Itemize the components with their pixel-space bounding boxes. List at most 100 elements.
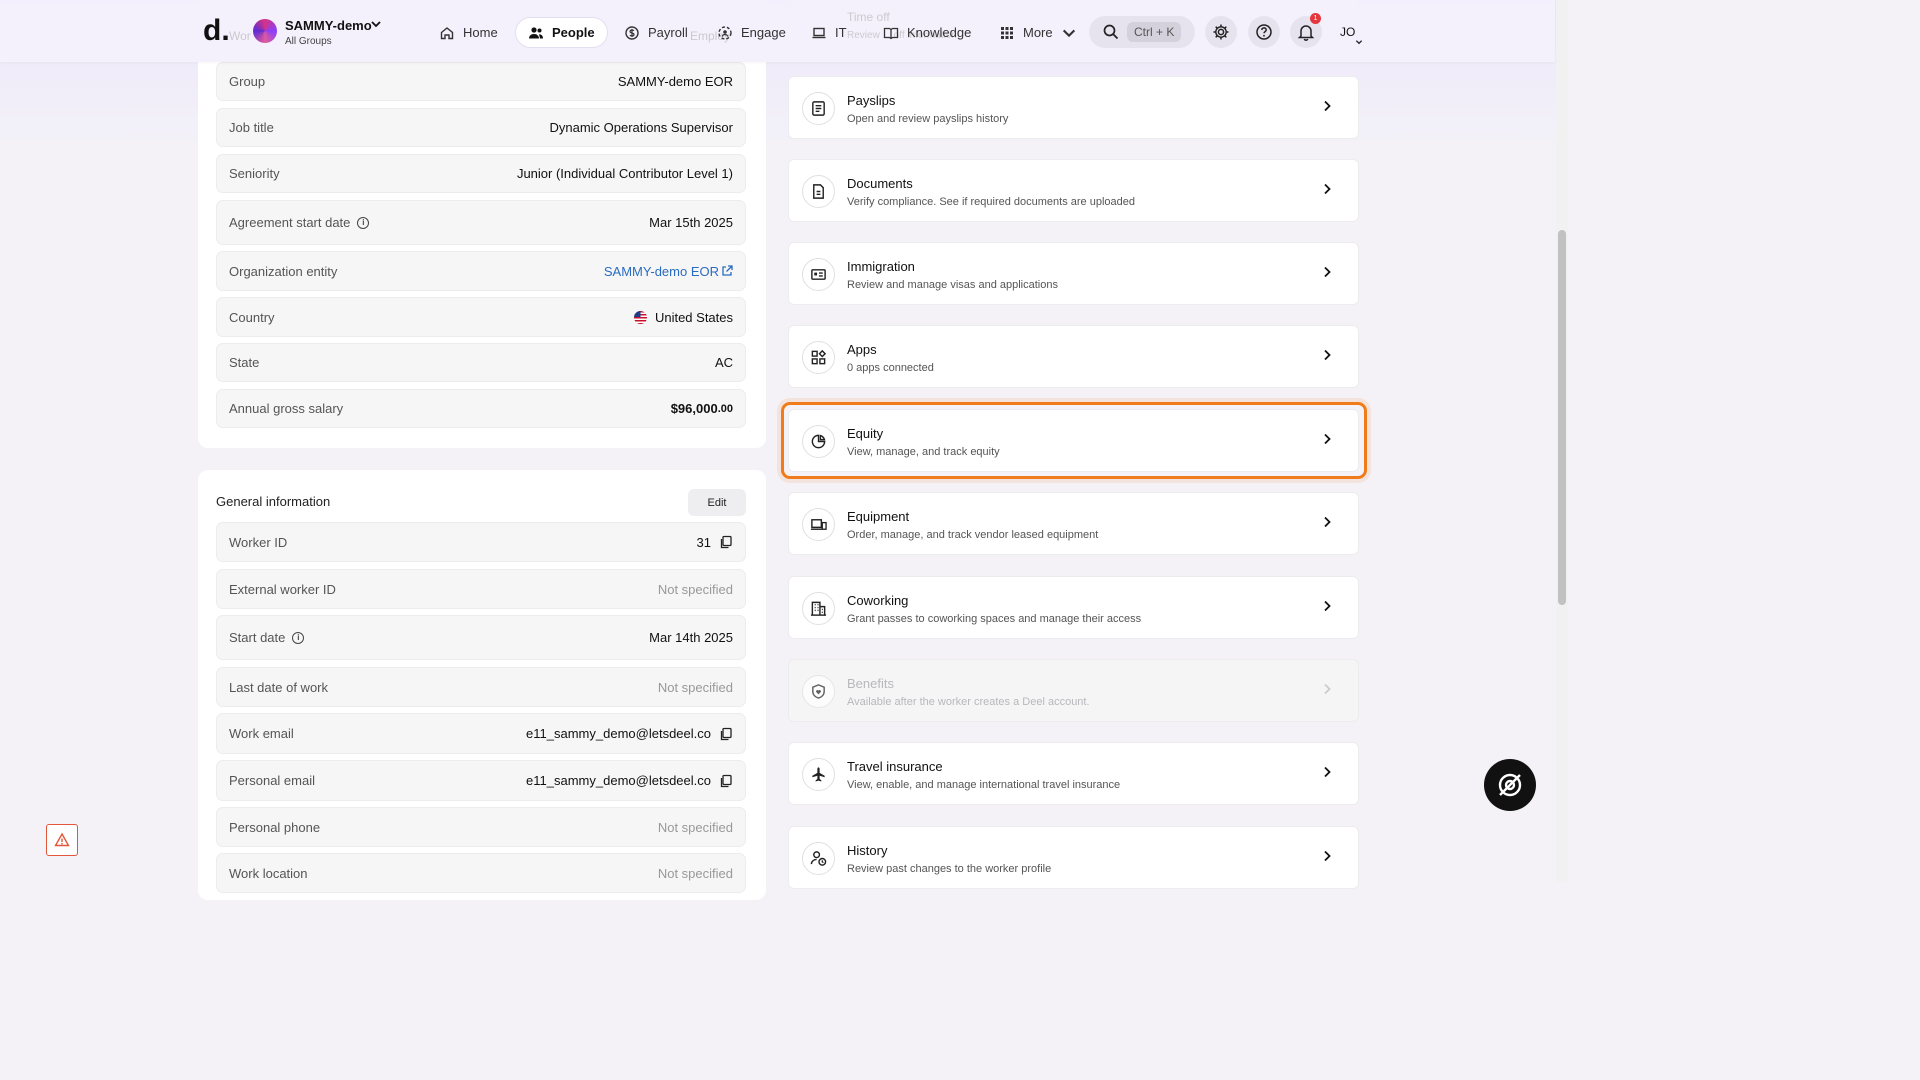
- laptop-icon: [812, 27, 826, 38]
- chevron-right-icon: [1324, 349, 1331, 361]
- row-value: Not specified: [657, 581, 733, 597]
- section-documents[interactable]: Documents Verify compliance. See if requ…: [788, 159, 1359, 222]
- info-icon[interactable]: i: [357, 216, 370, 229]
- row-label: Last date of work: [229, 679, 328, 695]
- nav-knowledge[interactable]: Knowledge: [871, 17, 983, 48]
- chevron-right-icon: [1324, 850, 1331, 862]
- chevron-down-icon: [1062, 29, 1075, 37]
- row-personal-email: Personal email e11_sammy_demo@letsdeel.c…: [216, 760, 746, 801]
- floating-assistant-button[interactable]: [1484, 759, 1536, 811]
- section-payslips[interactable]: Payslips Open and review payslips histor…: [788, 76, 1359, 139]
- section-title: Apps: [847, 342, 877, 357]
- dollar-icon: [625, 25, 639, 40]
- search-shortcut: Ctrl + K: [1127, 22, 1182, 42]
- section-description: Open and review payslips history: [847, 113, 1009, 125]
- section-description: Review past changes to the worker profil…: [847, 863, 1052, 875]
- help-button[interactable]: [1248, 16, 1280, 48]
- section-title: Benefits: [847, 676, 894, 691]
- row-value: 31: [696, 534, 711, 550]
- row-value: e11_sammy_demo@letsdeel.co: [526, 773, 711, 788]
- deel-logo[interactable]: d.: [203, 14, 230, 48]
- row-value: Dynamic Operations Supervisor: [549, 120, 733, 135]
- row-label: Work location: [229, 865, 308, 881]
- search-icon: [1103, 24, 1119, 40]
- section-title: Documents: [847, 176, 913, 191]
- scrollbar-thumb[interactable]: [1558, 230, 1566, 605]
- row-state: State AC: [216, 343, 746, 382]
- settings-button[interactable]: [1205, 16, 1237, 48]
- section-description: Review and manage visas and applications: [847, 279, 1058, 291]
- org-avatar[interactable]: [253, 19, 277, 43]
- target-icon: [1498, 773, 1522, 797]
- org-group-label: All Groups: [285, 36, 332, 47]
- row-value: Junior (Individual Contributor Level 1): [516, 166, 733, 181]
- section-description: Order, manage, and track vendor leased e…: [847, 529, 1099, 541]
- row-personal-phone: Personal phone Not specified: [216, 807, 746, 847]
- section-description: Grant passes to coworking spaces and man…: [847, 613, 1142, 625]
- chevron-right-icon: [1324, 516, 1331, 528]
- row-annual-salary: Annual gross salary $96,000.00: [216, 389, 746, 428]
- row-label: State: [229, 355, 260, 370]
- row-label: Worker ID: [229, 534, 288, 550]
- chevron-down-icon[interactable]: [1355, 38, 1363, 46]
- row-seniority: Seniority Junior (Individual Contributor…: [216, 154, 746, 193]
- chevron-down-icon[interactable]: [370, 18, 382, 30]
- copy-icon[interactable]: [719, 535, 733, 549]
- section-coworking[interactable]: Coworking Grant passes to coworking spac…: [788, 576, 1359, 639]
- organization-entity-link[interactable]: SAMMY-demo EOR: [604, 264, 733, 279]
- search-button[interactable]: Ctrl + K: [1089, 16, 1195, 48]
- row-label: Start date: [229, 630, 286, 645]
- row-label: Group: [229, 74, 266, 89]
- section-immigration[interactable]: Immigration Review and manage visas and …: [788, 242, 1359, 305]
- section-title: Coworking: [847, 593, 909, 608]
- airplane-icon: [812, 767, 825, 782]
- nav-people[interactable]: People: [515, 17, 608, 48]
- section-history[interactable]: History Review past changes to the worke…: [788, 826, 1359, 889]
- bell-icon: [1297, 25, 1315, 41]
- payslip-icon: [812, 101, 825, 116]
- engage-icon: [718, 25, 732, 40]
- nav-more[interactable]: More: [987, 17, 1089, 48]
- gear-icon: [1213, 24, 1229, 40]
- section-description: 0 apps connected: [847, 362, 934, 374]
- section-description: Verify compliance. See if required docum…: [847, 196, 1136, 208]
- section-travel-insurance[interactable]: Travel insurance View, enable, and manag…: [788, 742, 1359, 805]
- info-icon[interactable]: i: [292, 631, 305, 644]
- row-last-date-of-work: Last date of work Not specified: [216, 667, 746, 707]
- general-information-card: General information Edit Worker ID 31 Ex…: [198, 470, 766, 900]
- us-flag-icon: [633, 310, 647, 324]
- user-avatar[interactable]: JO: [1340, 25, 1355, 39]
- section-title: Immigration: [847, 259, 915, 274]
- row-work-email: Work email e11_sammy_demo@letsdeel.co: [216, 713, 746, 754]
- history-icon: [810, 851, 827, 866]
- notifications-button[interactable]: 1: [1290, 13, 1322, 48]
- section-apps[interactable]: Apps 0 apps connected: [788, 325, 1359, 388]
- ghost-section-label: Wor: [229, 29, 251, 43]
- row-country: Country United States: [216, 297, 746, 337]
- nav-it[interactable]: IT: [799, 17, 859, 48]
- row-value: $96,000.00: [670, 401, 733, 416]
- row-agreement-start: Agreement start date i Mar 15th 2025: [216, 200, 746, 245]
- section-equipment[interactable]: Equipment Order, manage, and track vendo…: [788, 492, 1359, 555]
- org-name[interactable]: SAMMY-demo: [285, 18, 372, 33]
- copy-icon[interactable]: [719, 774, 733, 788]
- row-external-worker-id: External worker ID Not specified: [216, 569, 746, 609]
- copy-icon[interactable]: [719, 727, 733, 741]
- shield-heart-icon: [812, 684, 825, 699]
- employment-card: Group SAMMY-demo EOR Job title Dynamic O…: [198, 0, 766, 448]
- section-title: Equipment: [847, 509, 910, 524]
- home-icon: [440, 26, 454, 39]
- nav-engage[interactable]: Engage: [705, 17, 798, 48]
- warning-button[interactable]: [46, 824, 78, 856]
- warning-icon: [54, 832, 70, 847]
- nav-payroll[interactable]: Payroll: [612, 17, 700, 48]
- row-value: SAMMY-demo EOR: [617, 74, 733, 89]
- people-icon: [529, 26, 543, 38]
- row-value: e11_sammy_demo@letsdeel.co: [526, 726, 711, 741]
- edit-button[interactable]: Edit: [688, 489, 746, 516]
- row-label: Agreement start date: [229, 215, 351, 230]
- nav-home[interactable]: Home: [427, 17, 510, 48]
- section-description: Available after the worker creates a Dee…: [847, 696, 1090, 708]
- building-icon: [810, 601, 827, 616]
- row-label: Work email: [229, 726, 294, 741]
